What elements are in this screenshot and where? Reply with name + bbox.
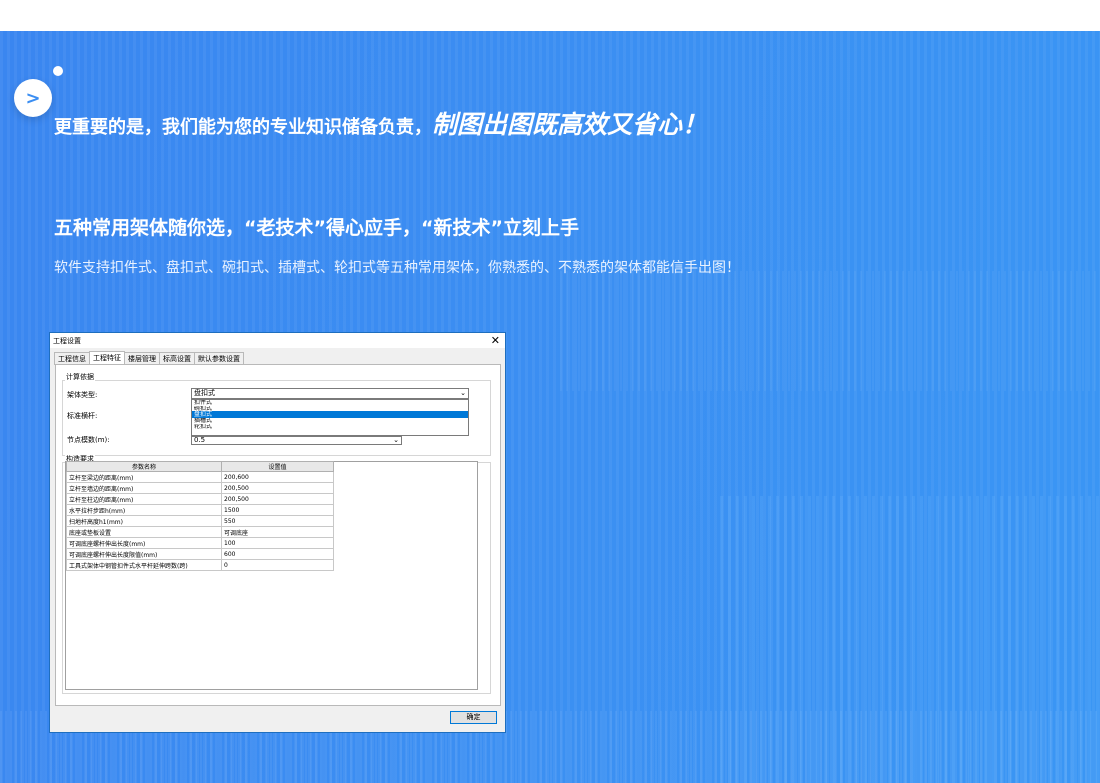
table-row[interactable]: 底座或垫板设置 可调底座: [66, 526, 334, 538]
section-subheading: 五种常用架体随你选，“老技术”得心应手，“新技术”立刻上手: [54, 217, 579, 239]
param-name: 可调底座螺杆伸出长度限值(mm): [66, 548, 222, 560]
table-row[interactable]: 可调底座螺杆伸出长度限值(mm) 600: [66, 548, 334, 560]
dialog-titlebar: 工程设置 ✕: [50, 333, 505, 348]
headline-normal: 更重要的是，我们能为您的专业知识储备负责，: [54, 117, 432, 138]
param-name: 水平拉杆步距h(mm): [66, 504, 222, 516]
params-table: 参数名称 设置值 立杆至梁边的距离(mm) 200,600 立杆至墙边的距离(mm…: [66, 461, 334, 571]
headline-emphasis: 制图出图既高效又省心！: [432, 110, 708, 139]
table-row[interactable]: 水平拉杆步距h(mm) 1500: [66, 504, 334, 516]
column-header: 设置值: [221, 461, 334, 472]
param-name: 立杆至墙边的距离(mm): [66, 482, 222, 494]
dialog-title: 工程设置: [53, 337, 81, 345]
top-white-strip: [0, 0, 1100, 31]
param-name: 扫地杆高度h1(mm): [66, 515, 222, 527]
param-value[interactable]: 100: [221, 537, 334, 549]
frame-type-label: 架体类型:: [67, 391, 98, 399]
param-name: 工具式架体中钢管扣件式水平杆延伸跨数(跨): [66, 559, 222, 571]
feature-banner: > 更重要的是，我们能为您的专业知识储备负责，制图出图既高效又省心！ 五种常用架…: [0, 31, 1100, 783]
table-row[interactable]: 立杆至柱边的距离(mm) 200,500: [66, 493, 334, 505]
column-header: 参数名称: [66, 461, 222, 472]
ok-button[interactable]: 确定: [450, 711, 497, 724]
table-row[interactable]: 立杆至梁边的距离(mm) 200,600: [66, 471, 334, 483]
node-modulus-select[interactable]: 0.5 ⌄: [191, 436, 402, 445]
frame-type-select[interactable]: 盘扣式 ⌄: [191, 388, 469, 399]
param-name: 底座或垫板设置: [66, 526, 222, 538]
node-modulus-label: 节点模数(m):: [67, 436, 110, 444]
stripe-band-decoration: [560, 271, 1100, 391]
param-value[interactable]: 1500: [221, 504, 334, 516]
chevron-down-icon: ⌄: [460, 389, 466, 397]
param-name: 立杆至梁边的距离(mm): [66, 471, 222, 483]
section-description: 软件支持扣件式、盘扣式、碗扣式、插槽式、轮扣式等五种常用架体，你熟悉的、不熟悉的…: [54, 260, 740, 276]
param-value[interactable]: 200,500: [221, 493, 334, 505]
table-row[interactable]: 可调底座螺杆伸出长度(mm) 100: [66, 537, 334, 549]
project-settings-dialog: 工程设置 ✕ 工程信息 工程特征 楼层管理 标高设置 默认参数设置 计算依据 架…: [49, 332, 506, 733]
close-icon[interactable]: ✕: [491, 334, 500, 347]
frame-type-value: 盘扣式: [194, 389, 215, 397]
table-row[interactable]: 立杆至墙边的距离(mm) 200,500: [66, 482, 334, 494]
dialog-tabs: 工程信息 工程特征 楼层管理 标高设置 默认参数设置: [54, 351, 244, 366]
decorative-dot: [53, 66, 63, 76]
table-row[interactable]: 扫地杆高度h1(mm) 550: [66, 515, 334, 527]
calc-basis-label: 计算依据: [65, 372, 95, 382]
param-value[interactable]: 200,600: [221, 471, 334, 483]
chevron-down-icon: ⌄: [393, 436, 399, 444]
table-row[interactable]: 工具式架体中钢管扣件式水平杆延伸跨数(跨) 0: [66, 559, 334, 571]
param-name: 可调底座螺杆伸出长度(mm): [66, 537, 222, 549]
headline: 更重要的是，我们能为您的专业知识储备负责，制图出图既高效又省心！: [54, 105, 707, 141]
frame-option-selected[interactable]: 盘扣式: [192, 411, 468, 418]
chevron-right-icon[interactable]: >: [14, 79, 52, 117]
node-modulus-value: 0.5: [194, 436, 206, 444]
param-value[interactable]: 200,500: [221, 482, 334, 494]
param-value[interactable]: 550: [221, 515, 334, 527]
standard-pole-label: 标准横杆:: [67, 412, 98, 420]
param-value[interactable]: 600: [221, 548, 334, 560]
param-name: 立杆至柱边的距离(mm): [66, 493, 222, 505]
param-value[interactable]: 可调底座: [221, 526, 334, 538]
chevron-glyph: >: [25, 87, 41, 109]
frame-option[interactable]: 轮扣式: [192, 424, 468, 430]
param-value[interactable]: 0: [221, 559, 334, 571]
frame-type-dropdown: 扣件式 碗扣式 盘扣式 插槽式 轮扣式: [191, 399, 469, 436]
